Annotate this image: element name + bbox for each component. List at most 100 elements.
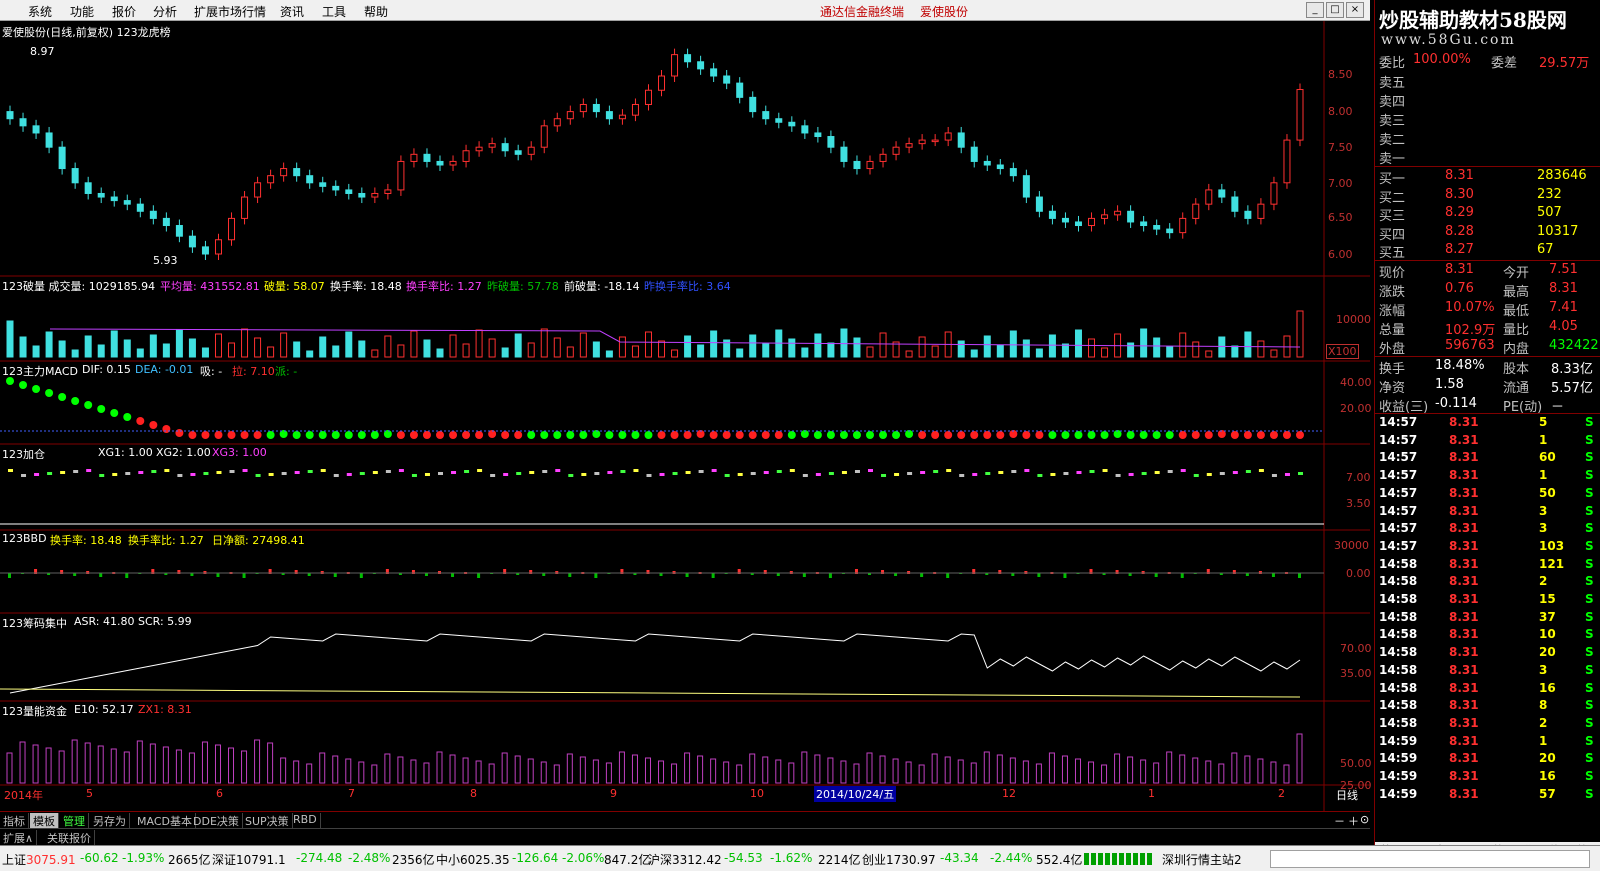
macd-dot	[1204, 431, 1213, 439]
volume-bar	[319, 336, 327, 358]
jc-marker	[346, 473, 352, 476]
ln-bar	[1048, 752, 1055, 784]
sh-percent: -1.93%	[122, 851, 165, 865]
ln-bar	[996, 754, 1003, 784]
ln-bar	[983, 751, 990, 784]
zx-index: 中小6025.35	[436, 853, 510, 867]
volume-bar	[553, 337, 561, 358]
ln-bar	[592, 759, 599, 784]
menu-ext-market[interactable]: 扩展市场行情	[194, 3, 266, 20]
jc-marker	[151, 470, 157, 473]
tick-price: 8.31	[1449, 769, 1479, 783]
menu-news[interactable]: 资讯	[280, 3, 304, 20]
candle	[970, 146, 978, 162]
stat-value: 10.07%	[1445, 300, 1495, 315]
menu-tools[interactable]: 工具	[322, 3, 346, 20]
jc-marker	[1076, 471, 1082, 474]
jc-marker	[1024, 469, 1030, 472]
tick-vol: 2	[1539, 715, 1548, 730]
macd-dot	[409, 431, 418, 439]
jc-marker	[242, 469, 248, 472]
menu-system[interactable]: 系统	[28, 3, 52, 20]
maximize-button[interactable]: □	[1326, 2, 1344, 18]
menu-analysis[interactable]: 分析	[153, 3, 177, 20]
jc-marker	[398, 469, 404, 472]
tab-manage[interactable]: 管理	[60, 813, 89, 828]
menu-quote[interactable]: 报价	[112, 3, 136, 20]
candle	[671, 54, 679, 77]
tab-save-as[interactable]: 另存为	[90, 813, 130, 828]
candle	[1270, 182, 1278, 205]
zoom-plus-button[interactable]: ＋	[1348, 813, 1359, 829]
jc-marker	[1037, 474, 1043, 477]
ticker-box[interactable]	[1270, 850, 1590, 868]
period-label[interactable]: 日线	[1336, 787, 1358, 803]
volume-bar	[996, 344, 1004, 358]
jc-marker	[47, 472, 53, 475]
candle	[84, 182, 92, 194]
jc-marker	[959, 474, 965, 477]
ln-bar	[514, 755, 521, 784]
macd-dot	[748, 431, 757, 439]
tick-row: 14:58 8.31 20 S	[1379, 645, 1599, 662]
jc-axis-35: 3.50	[1346, 497, 1371, 510]
menu-function[interactable]: 功能	[70, 3, 94, 20]
tick-row: 14:57 8.31 50 S	[1379, 486, 1599, 503]
candle	[1296, 89, 1304, 141]
tick-price: 8.31	[1449, 538, 1479, 553]
tick-price: 8.31	[1449, 645, 1479, 660]
jc-marker	[920, 471, 926, 474]
candle	[306, 175, 314, 184]
menu-help[interactable]: 帮助	[364, 3, 388, 20]
tab-extend[interactable]: 扩展∧	[0, 830, 38, 845]
volume-bar	[814, 333, 822, 358]
volume-bar	[983, 335, 991, 358]
settings-button[interactable]: ⊙	[1360, 813, 1369, 826]
close-button[interactable]: ×	[1346, 2, 1364, 18]
candle	[228, 217, 236, 241]
tab-related-quote[interactable]: 关联报价	[44, 830, 95, 845]
macd-dot	[110, 409, 119, 417]
macd-dot	[266, 431, 275, 439]
jc-marker	[698, 470, 704, 473]
macd-dot	[45, 389, 54, 397]
jc-marker	[685, 471, 691, 474]
tab-template[interactable]: 模板	[30, 813, 59, 828]
candle	[762, 111, 770, 120]
candle	[201, 246, 209, 255]
candle	[123, 200, 131, 205]
tab-indicator[interactable]: 指标	[0, 813, 29, 828]
candle	[905, 143, 913, 148]
buy-vol: 10317	[1537, 223, 1579, 239]
tab-sup[interactable]: SUP决策	[242, 813, 293, 828]
zoom-minus-button[interactable]: －	[1334, 813, 1345, 829]
bbd-bar	[946, 573, 950, 578]
ln-bar	[175, 749, 182, 784]
tick-vol: 16	[1539, 769, 1556, 783]
stat2-value2: －	[1551, 400, 1565, 415]
macd-dot	[1022, 431, 1031, 439]
jc-marker	[1271, 474, 1277, 477]
tab-dde[interactable]: DDE决策	[190, 813, 243, 828]
candle	[97, 192, 105, 198]
sell-row: 卖五	[1379, 72, 1599, 91]
chart-area[interactable]: 爱使股份(日线,前复权) 123龙虎榜 8.97 5.93 8.50 8.00 …	[0, 21, 1372, 811]
jc-marker	[737, 473, 743, 476]
tick-time: 14:57	[1379, 415, 1418, 429]
tab-rbd[interactable]: RBD	[290, 813, 321, 828]
buy-row: 买一 8.31 283646	[1379, 168, 1599, 187]
vol-axis-unit: X100	[1326, 344, 1359, 359]
macd-dot	[774, 431, 783, 439]
jc-marker	[1258, 469, 1264, 472]
ln-bar	[853, 763, 860, 784]
volume-bar	[1205, 350, 1213, 358]
jc-marker	[1141, 472, 1147, 475]
tick-vol: 3	[1539, 521, 1548, 536]
stat-value2: 7.51	[1549, 262, 1578, 277]
jc-marker	[177, 474, 183, 477]
ln-bar	[697, 755, 704, 784]
chart-canvas[interactable]	[0, 21, 1370, 811]
minimize-button[interactable]: _	[1306, 2, 1324, 18]
candle	[592, 103, 600, 113]
tab-macd[interactable]: MACD基本	[134, 813, 196, 828]
